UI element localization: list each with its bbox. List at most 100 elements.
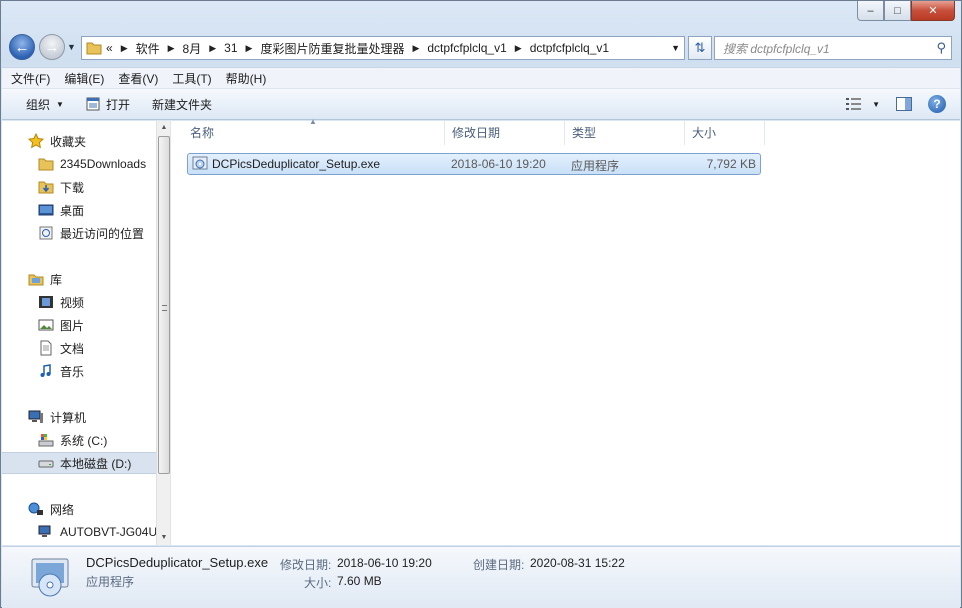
column-type[interactable]: 类型 [565,121,685,145]
installer-icon [192,156,208,170]
nav-documents[interactable]: 文档 [2,337,156,359]
close-button[interactable]: ✕ [911,1,955,21]
desktop-icon [38,204,54,216]
installer-large-icon [31,558,69,597]
details-file-type: 应用程序 [86,575,135,589]
organize-button[interactable]: 组织 ▼ [26,96,64,113]
details-modified-label: 修改日期: [280,558,332,572]
scroll-down-icon[interactable]: ▼ [157,531,171,545]
breadcrumb-item[interactable]: 软件 [136,40,160,57]
scroll-up-icon[interactable]: ▲ [157,121,171,135]
menu-file[interactable]: 文件(F) [11,70,50,87]
forward-button[interactable]: → [39,34,65,60]
preview-pane-icon[interactable] [896,97,912,111]
maximize-button[interactable]: □ [884,1,911,21]
nav-label: 图片 [60,318,85,333]
nav-desktop[interactable]: 桌面 [2,199,156,221]
nav-label: 最近访问的位置 [60,226,145,241]
document-icon [40,340,52,356]
computer-icon [38,525,51,537]
breadcrumb-item[interactable]: 度彩图片防重复批量处理器 [260,40,404,57]
column-name[interactable]: 名称 [183,121,445,145]
nav-libraries[interactable]: 库 [2,268,156,290]
nav-downloads[interactable]: 下载 [2,176,156,198]
breadcrumb-overflow[interactable]: « [106,41,113,55]
details-modified-value: 2018-06-10 19:20 [337,556,432,570]
address-dropdown-icon[interactable]: ▼ [671,43,680,53]
menu-help[interactable]: 帮助(H) [226,70,267,87]
nav-music[interactable]: 音乐 [2,360,156,382]
chevron-right-icon[interactable]: ▶ [515,43,522,54]
nav-label: 计算机 [50,410,87,425]
chevron-right-icon[interactable]: ▶ [121,43,128,54]
column-modified[interactable]: 修改日期 [445,121,565,145]
column-header: ▲ 名称 修改日期 类型 大小 [171,117,960,145]
search-input[interactable]: 搜索 dctpfcfplclq_v1 ⚲ [714,36,952,60]
nav-computer[interactable]: 计算机 [2,406,156,428]
breadcrumb-item[interactable]: 8月 [183,40,202,57]
address-bar[interactable]: « ▶ 软件 ▶ 8月 ▶ 31 ▶ 度彩图片防重复批量处理器 ▶ dctpfc… [81,36,685,60]
minimize-button[interactable]: – [857,1,884,21]
view-controls: ▼ ? [830,95,946,113]
forward-arrow-icon: → [44,38,60,56]
computer-icon [28,410,43,423]
nav-drive-d[interactable]: 本地磁盘 (D:) [2,452,156,474]
recent-pages-dropdown[interactable]: ▼ [67,42,76,52]
navigation-scrollbar[interactable]: ▲ ▼ [156,121,170,545]
change-view-button[interactable]: ▼ [846,98,880,110]
menu-view[interactable]: 查看(V) [118,70,158,87]
new-folder-button[interactable]: 新建文件夹 [152,96,212,113]
nav-recent[interactable]: 最近访问的位置 [2,222,156,244]
nav-label: 库 [50,272,63,287]
nav-favorites[interactable]: 收藏夹 [2,130,156,152]
explorer-window: – □ ✕ ← → ▼ « ▶ 软件 ▶ 8月 ▶ 31 ▶ 度彩图片防重复批量… [0,0,962,608]
navigation-pane: 收藏夹 2345Downloads 下载 桌面 最近访问的位置 库 视频 图片 … [2,121,156,545]
nav-label: AUTOBVT-JG04U [60,525,156,539]
scrollbar-grip [162,305,167,311]
nav-pictures[interactable]: 图片 [2,314,156,336]
downloads-folder-icon [38,181,54,194]
menu-edit[interactable]: 编辑(E) [64,70,104,87]
breadcrumb-item[interactable]: dctpfcfplclq_v1 [530,41,609,55]
menu-tools[interactable]: 工具(T) [172,70,211,87]
file-row[interactable]: DCPicsDeduplicator_Setup.exe 2018-06-10 … [187,153,761,175]
nav-drive-c[interactable]: 系统 (C:) [2,429,156,451]
refresh-icon: ⇅ [694,40,706,55]
breadcrumb-item[interactable]: dctpfcfplclq_v1 [427,41,506,55]
recent-places-icon [39,226,53,240]
nav-videos[interactable]: 视频 [2,291,156,313]
back-arrow-icon: ← [14,38,30,56]
details-file-name: DCPicsDeduplicator_Setup.exe [86,555,269,570]
file-list: ▲ 名称 修改日期 类型 大小 DCPicsDeduplicator_Setup… [171,117,960,545]
view-list-icon [846,98,862,110]
column-size[interactable]: 大小 [685,121,765,145]
nav-2345downloads[interactable]: 2345Downloads [2,153,156,175]
chevron-right-icon[interactable]: ▶ [246,43,253,54]
chevron-right-icon[interactable]: ▶ [209,43,216,54]
nav-network-host[interactable]: AUTOBVT-JG04U [2,521,156,543]
chevron-right-icon[interactable]: ▶ [412,43,419,54]
nav-network[interactable]: 网络 [2,498,156,520]
network-icon [28,502,43,515]
back-button[interactable]: ← [9,34,35,60]
search-icon[interactable]: ⚲ [936,40,946,56]
open-icon [86,97,100,111]
open-label: 打开 [105,97,130,112]
breadcrumb-item[interactable]: 31 [224,41,237,55]
refresh-button[interactable]: ⇅ [688,36,712,60]
chevron-down-icon[interactable]: ▼ [872,100,880,109]
open-button[interactable]: 打开 [86,96,130,113]
nav-label: 音乐 [60,364,85,379]
nav-label: 桌面 [60,203,85,218]
nav-label: 本地磁盘 (D:) [60,456,132,471]
chevron-right-icon[interactable]: ▶ [168,43,175,54]
details-pane: DCPicsDeduplicator_Setup.exe 应用程序 修改日期: … [2,546,960,608]
scrollbar-thumb[interactable] [158,136,170,474]
nav-label: 系统 (C:) [60,433,108,448]
help-icon[interactable]: ? [928,95,946,113]
video-icon [39,296,53,308]
chevron-down-icon: ▼ [56,99,64,109]
nav-label: 文档 [60,341,85,356]
file-modified: 2018-06-10 19:20 [451,157,546,171]
organize-label: 组织 [26,97,51,112]
